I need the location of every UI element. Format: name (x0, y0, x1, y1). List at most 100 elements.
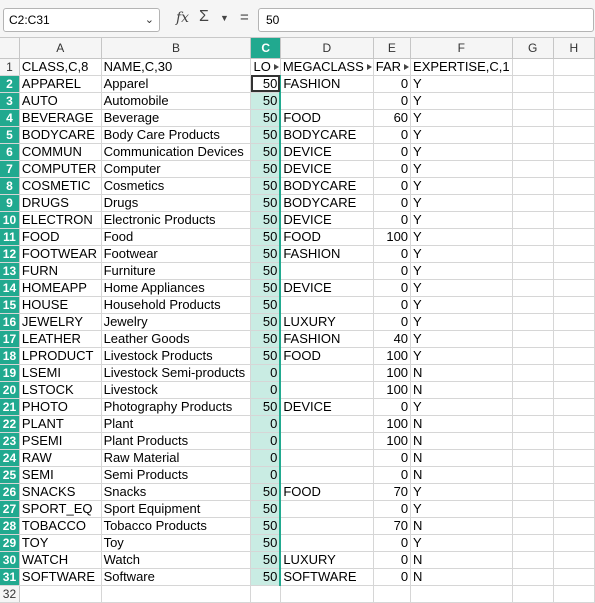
cell[interactable]: Household Products (101, 296, 252, 314)
cell[interactable]: 0 (373, 500, 412, 518)
cell[interactable]: 0 (373, 398, 412, 416)
cell[interactable] (553, 517, 595, 535)
cell[interactable]: 0 (373, 296, 412, 314)
cell[interactable] (512, 279, 554, 297)
column-header-c[interactable]: C (250, 38, 281, 59)
cell[interactable] (280, 517, 374, 535)
cell[interactable]: LUXURY (280, 313, 374, 331)
cell[interactable] (512, 500, 554, 518)
cell[interactable] (280, 449, 374, 467)
cell[interactable] (553, 177, 595, 195)
cell[interactable] (280, 585, 374, 603)
cell[interactable]: Communication Devices (101, 143, 252, 161)
cell[interactable]: LSEMI (19, 364, 102, 382)
column-header-h[interactable]: H (553, 38, 595, 59)
cell[interactable]: Plant (101, 415, 252, 433)
cell[interactable]: FASHION (280, 75, 374, 93)
cell[interactable]: Cosmetics (101, 177, 252, 195)
row-header[interactable]: 31 (0, 568, 20, 586)
cell[interactable] (373, 585, 412, 603)
cell[interactable]: 0 (373, 466, 412, 484)
cell[interactable]: Sport Equipment (101, 500, 252, 518)
cell[interactable] (512, 347, 554, 365)
cell[interactable]: 100 (373, 347, 412, 365)
cell[interactable]: 0 (373, 177, 412, 195)
cell[interactable] (512, 313, 554, 331)
cell[interactable]: 100 (373, 228, 412, 246)
cell[interactable] (101, 585, 252, 603)
cell[interactable]: BODYCARE (280, 177, 374, 195)
cell[interactable]: 70 (373, 517, 412, 535)
cell[interactable] (553, 534, 595, 552)
cell[interactable] (512, 415, 554, 433)
cell[interactable]: 0 (373, 92, 412, 110)
cell[interactable]: Beverage (101, 109, 252, 127)
cell[interactable]: DRUGS (19, 194, 102, 212)
cell[interactable]: Body Care Products (101, 126, 252, 144)
cell[interactable] (512, 534, 554, 552)
cell[interactable] (553, 381, 595, 399)
cell[interactable]: Livestock Products (101, 347, 252, 365)
cell[interactable]: 0 (373, 194, 412, 212)
cell[interactable]: FOOD (19, 228, 102, 246)
cell[interactable]: BODYCARE (280, 126, 374, 144)
cell[interactable]: Footwear (101, 245, 252, 263)
cell[interactable] (280, 415, 374, 433)
row-header[interactable]: 25 (0, 466, 20, 484)
cell[interactable]: Y (410, 262, 513, 280)
cell[interactable]: Livestock (101, 381, 252, 399)
row-header[interactable]: 15 (0, 296, 20, 314)
cell[interactable] (553, 109, 595, 127)
cell[interactable]: ELECTRON (19, 211, 102, 229)
cell[interactable]: CLASS,C,8 (19, 58, 102, 76)
cell[interactable]: 0 (373, 262, 412, 280)
cell[interactable]: FOOD (280, 109, 374, 127)
chevron-down-icon[interactable]: ⌄ (145, 13, 154, 26)
cell[interactable]: 50 (250, 194, 282, 212)
cell[interactable]: PLANT (19, 415, 102, 433)
cell[interactable]: 50 (250, 75, 282, 93)
cell[interactable]: Computer (101, 160, 252, 178)
cell[interactable]: Y (410, 177, 513, 195)
select-all-corner[interactable] (0, 38, 20, 59)
cell[interactable]: PSEMI (19, 432, 102, 450)
cell[interactable] (553, 58, 595, 76)
cell[interactable]: 100 (373, 381, 412, 399)
cell[interactable] (553, 194, 595, 212)
cell[interactable]: N (410, 517, 513, 535)
cell[interactable]: HOUSE (19, 296, 102, 314)
row-header[interactable]: 21 (0, 398, 20, 416)
cell[interactable]: FAR (373, 58, 412, 76)
cell[interactable]: Y (410, 92, 513, 110)
cell[interactable]: Y (410, 109, 513, 127)
cell[interactable]: Y (410, 313, 513, 331)
cell[interactable]: 0 (373, 551, 412, 569)
cell[interactable] (280, 364, 374, 382)
row-header[interactable]: 29 (0, 534, 20, 552)
cell[interactable] (280, 92, 374, 110)
cell[interactable]: FASHION (280, 245, 374, 263)
cell[interactable]: TOBACCO (19, 517, 102, 535)
cell[interactable] (553, 500, 595, 518)
cell[interactable] (280, 534, 374, 552)
cell[interactable]: LUXURY (280, 551, 374, 569)
cell[interactable]: 0 (250, 415, 282, 433)
cell[interactable]: JEWELRY (19, 313, 102, 331)
cell[interactable] (512, 160, 554, 178)
cell[interactable]: 50 (250, 109, 282, 127)
row-header[interactable]: 18 (0, 347, 20, 365)
cell[interactable]: Photography Products (101, 398, 252, 416)
cell[interactable]: Y (410, 534, 513, 552)
sum-dropdown-icon[interactable]: ▼ (220, 13, 229, 23)
cell[interactable]: 50 (250, 177, 282, 195)
cell[interactable]: SEMI (19, 466, 102, 484)
cell[interactable] (410, 585, 513, 603)
cell[interactable]: 50 (250, 92, 282, 110)
row-header[interactable]: 24 (0, 449, 20, 467)
cell[interactable] (280, 500, 374, 518)
cell[interactable]: N (410, 466, 513, 484)
cell[interactable]: 50 (250, 500, 282, 518)
cell[interactable] (512, 58, 554, 76)
row-header[interactable]: 8 (0, 177, 20, 195)
cell[interactable] (553, 330, 595, 348)
